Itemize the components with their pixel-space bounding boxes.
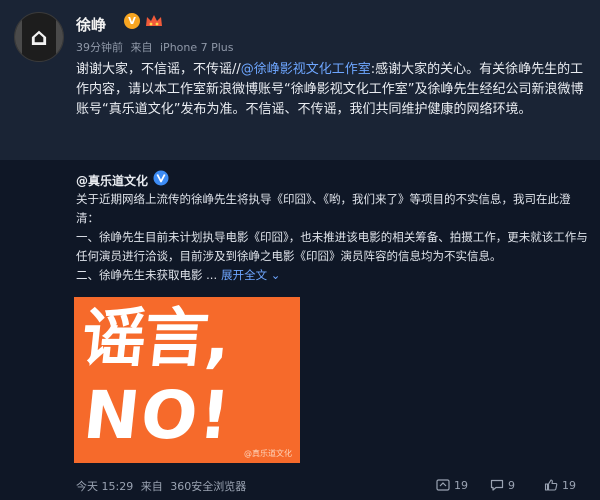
post-source-prefix: 来自 [130,41,153,54]
poster-line-2: NO! [80,377,236,454]
avatar[interactable]: ⌂ [14,12,64,62]
avatar-logo-icon: ⌂ [30,23,48,51]
footer-time[interactable]: 今天 15:29 [76,480,133,493]
verified-v-badge-icon[interactable]: V [124,13,140,29]
repost-paragraph-3-text: 二、徐峥先生未获取电影 ... [76,268,218,282]
original-post: ⌂ 徐峥 V 39分钟前 来自 iPhone 7 Plus 谢谢大家，不信谣，不… [0,0,600,160]
rumor-no-poster-image[interactable]: 谣言, NO! @真乐道文化 [74,297,300,463]
share-icon [436,479,450,491]
chevron-down-icon: ⌄ [270,268,281,282]
footer-source-prefix: 来自 [140,480,163,493]
expand-full-text-link[interactable]: 展开全文 ⌄ [221,268,280,282]
poster-watermark: @真乐道文化 [244,449,292,458]
repost-paragraph-1: 关于近期网络上流传的徐峥先生将执导《印囧》、《哟，我们来了》等项目的不实信息，我… [76,192,571,225]
thumbs-up-icon [544,479,558,491]
repost-author[interactable]: @真乐道文化 [76,172,148,189]
post-time[interactable]: 39分钟前 [76,41,123,54]
footer-meta: 今天 15:29 来自 360安全浏览器 [76,478,250,494]
comment-icon [490,479,504,491]
comment-button[interactable]: 9 [490,476,515,494]
reposted-weibo: @真乐道文化 关于近期网络上流传的徐峥先生将执导《印囧》、《哟，我们来了》等项目… [62,160,600,472]
post-meta: 39分钟前 来自 iPhone 7 Plus [76,39,238,55]
repost-text: 关于近期网络上流传的徐峥先生将执导《印囧》、《哟，我们来了》等项目的不实信息，我… [76,190,590,285]
like-count: 19 [562,478,576,492]
share-button[interactable]: 19 [436,476,468,494]
mention-link[interactable]: @徐峥影视文化工作室 [241,62,371,77]
post-text: 谢谢大家，不信谣，不传谣//@徐峥影视文化工作室:感谢大家的关心。有关徐峥先生的… [76,60,588,120]
post-source: iPhone 7 Plus [160,41,234,54]
poster-line-1: 谣言, [78,302,233,376]
repost-paragraph-3: 二、徐峥先生未获取电影 ... 展开全文 ⌄ [76,266,590,285]
post-text-part1: 谢谢大家，不信谣，不传谣// [76,62,241,77]
repost-paragraph-2: 一、徐峥先生目前未计划执导电影《印囧》，也未推进该电影的相关筹备、拍摄工作，更未… [76,230,588,263]
repost-footer: 今天 15:29 来自 360安全浏览器 19 9 19 [0,472,600,500]
comment-count: 9 [508,478,515,492]
username[interactable]: 徐峥 [76,14,106,35]
blue-verified-icon[interactable] [153,170,169,186]
expand-label: 展开全文 [221,268,268,282]
share-count: 19 [454,478,468,492]
like-button[interactable]: 19 [544,476,576,494]
footer-source: 360安全浏览器 [170,480,247,493]
vip-crown-icon[interactable] [145,14,163,28]
